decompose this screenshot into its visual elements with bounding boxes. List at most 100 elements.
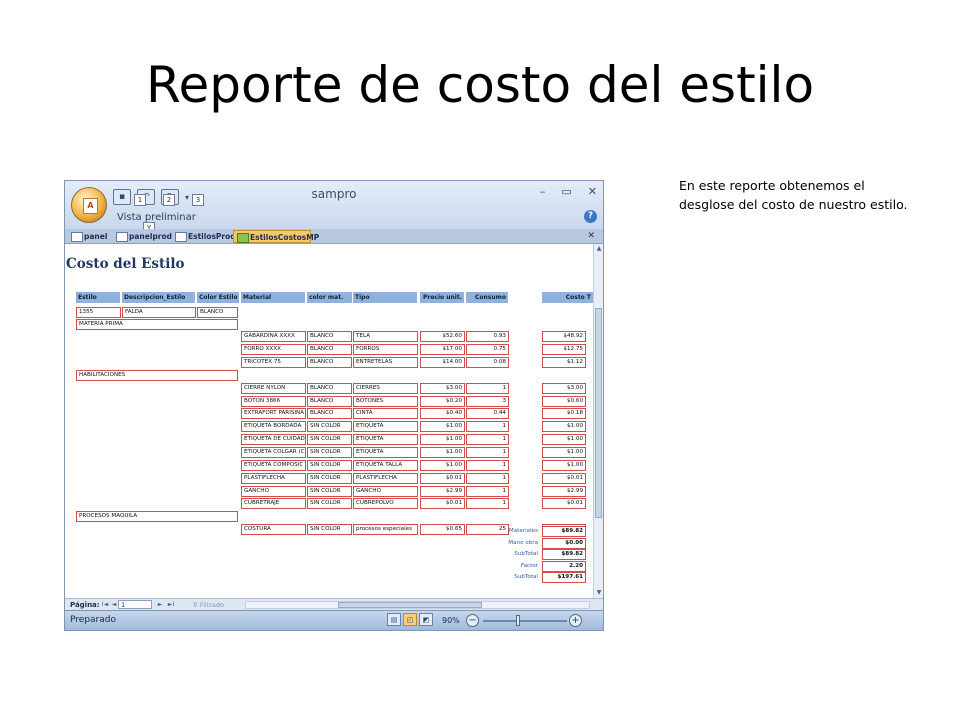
- cell-costo: $0.18: [542, 408, 586, 420]
- cell-costo: $0.01: [542, 498, 586, 510]
- cell-tipo: TELA: [353, 331, 418, 343]
- cell-costo: $1.00: [542, 459, 586, 471]
- header-consumo: Consumo: [466, 292, 508, 303]
- cell-precio: $1.00: [420, 459, 465, 471]
- form-icon: [71, 232, 83, 242]
- access-window: A ▪ ↶ ↷ ▾ 1 2 3 sampro – ▭ ✕ Vista preli…: [64, 180, 604, 631]
- cell-consumo: 1: [466, 498, 509, 510]
- cell-costo: $2.99: [542, 485, 586, 497]
- cell-costo: $1.00: [542, 447, 586, 458]
- cell-costo: $48.92: [542, 331, 586, 343]
- tab-label: panelprod: [129, 232, 173, 241]
- cell-precio: $14.00: [420, 357, 465, 369]
- vertical-scrollbar[interactable]: ▲ ▼: [593, 244, 603, 598]
- cell-tipo: ETIQUETA: [353, 447, 418, 458]
- scroll-up-icon[interactable]: ▲: [595, 245, 603, 253]
- tab-estiloscostosmp[interactable]: EstilosCostosMP: [233, 230, 319, 243]
- cell-material: GABARDINA XXXX: [241, 331, 306, 343]
- group-header: HABILITACIONES: [76, 369, 238, 381]
- cell-consumo: 1: [466, 382, 509, 394]
- cell-precio: $1.00: [420, 421, 465, 433]
- zoom-slider[interactable]: [483, 620, 567, 622]
- summary-value: 2.20: [542, 560, 586, 572]
- cell-color: BLANCO: [307, 408, 352, 420]
- cell-color: BLANCO: [307, 395, 352, 407]
- cell-color: BLANCO: [307, 382, 352, 394]
- style-estilo-value: 1355: [76, 307, 121, 318]
- layout-view-icon[interactable]: ◩: [419, 613, 433, 626]
- cell-color: SIN COLOR: [307, 498, 352, 510]
- app-title: sampro: [311, 187, 357, 201]
- cell-color: SIN COLOR: [307, 459, 352, 471]
- vertical-scroll-thumb[interactable]: [595, 308, 602, 518]
- report-view-icon[interactable]: ◰: [403, 613, 417, 626]
- header-costo: Costo T: [542, 292, 593, 303]
- maximize-button[interactable]: ▭: [561, 185, 571, 198]
- cell-consumo: 1: [466, 421, 509, 433]
- horizontal-scroll-thumb[interactable]: [338, 602, 482, 608]
- cell-precio: $0.40: [420, 408, 465, 420]
- cell-color: BLANCO: [307, 344, 352, 356]
- header-precio: Precio unit.: [420, 292, 464, 303]
- header-descripcion: Descripcion_Estilo: [122, 292, 195, 303]
- slide-note: En este reporte obtenemos el desglose de…: [679, 178, 908, 212]
- style-descripcion-value: FALDA: [122, 307, 196, 318]
- cell-tipo: procesos especiales: [353, 524, 418, 536]
- help-icon[interactable]: ?: [584, 210, 597, 223]
- cell-tipo: ETIQUETA TALLA: [353, 459, 418, 471]
- cell-color: BLANCO: [307, 357, 352, 369]
- summary-label: Factor: [520, 562, 538, 569]
- summary-label: SubTotal: [514, 551, 538, 557]
- cell-precio: $0.65: [420, 524, 465, 536]
- summary-value: $89.82: [542, 526, 586, 537]
- group-header: MATERIA PRIMA: [76, 318, 238, 330]
- cell-consumo: 0.93: [466, 331, 509, 343]
- zoom-slider-thumb[interactable]: [516, 615, 520, 626]
- zoom-out-icon[interactable]: −: [466, 614, 479, 627]
- cell-precio: $0.20: [420, 395, 465, 407]
- cell-color: BLANCO: [307, 331, 352, 343]
- cell-consumo: 1: [466, 434, 509, 446]
- horizontal-scrollbar[interactable]: [245, 601, 590, 609]
- report-preview: Costo del Estilo Estilo Descripcion_Esti…: [65, 244, 593, 598]
- cell-tipo: ENTRETELAS: [353, 357, 418, 369]
- summary-value: $197.61: [542, 572, 586, 583]
- cell-material: ETIQUETA COLGAR (C: [241, 447, 306, 458]
- tab-estilosprod[interactable]: EstilosProd: [172, 230, 236, 243]
- cell-consumo: 0.08: [466, 357, 509, 369]
- scroll-down-icon[interactable]: ▼: [595, 589, 603, 597]
- cell-tipo: CINTA: [353, 408, 418, 420]
- close-window-button[interactable]: ✕: [588, 185, 597, 198]
- cell-consumo: 1: [466, 459, 509, 471]
- tab-panel[interactable]: panel: [68, 230, 110, 243]
- cell-color: SIN COLOR: [307, 524, 352, 536]
- page-number-input[interactable]: 1: [118, 600, 152, 609]
- cell-material: ETIQUETA DE CUIDAD: [241, 434, 306, 446]
- zoom-in-icon[interactable]: +: [569, 614, 582, 627]
- minimize-button[interactable]: –: [540, 185, 546, 198]
- cell-material: TRICOTEX 75: [241, 357, 306, 369]
- tab-label: EstilosProd: [188, 232, 236, 241]
- cell-tipo: PLASTIFLECHA: [353, 472, 418, 484]
- ribbon-tab-vista-preliminar[interactable]: Vista preliminar: [117, 212, 196, 223]
- cell-color: SIN COLOR: [307, 485, 352, 497]
- header-color-mat: color mat.: [307, 292, 352, 303]
- report-icon: [237, 233, 249, 243]
- cell-tipo: CIERRES: [353, 382, 418, 394]
- cell-color: SIN COLOR: [307, 447, 352, 458]
- summary-label: SubTotal: [514, 574, 538, 580]
- summary-value: $0.00: [542, 537, 586, 549]
- tab-panelprod[interactable]: panelprod: [113, 230, 173, 243]
- cell-tipo: ETIQUETA: [353, 434, 418, 446]
- cell-costo: $1.00: [542, 421, 586, 433]
- cell-material: BOTON 3866: [241, 395, 306, 407]
- cell-costo: $12.75: [542, 344, 586, 356]
- print-preview-view-icon[interactable]: ▤: [387, 613, 401, 626]
- document-tabs: panel panelprod EstilosProd EstilosCosto…: [65, 229, 603, 244]
- cell-tipo: BOTONES: [353, 395, 418, 407]
- cell-material: COSTURA: [241, 524, 306, 536]
- tab-label: EstilosCostosMP: [250, 233, 320, 242]
- cell-precio: $2.99: [420, 485, 465, 497]
- window-controls: – ▭ ✕: [540, 185, 597, 198]
- close-tab-button[interactable]: ✕: [587, 229, 595, 243]
